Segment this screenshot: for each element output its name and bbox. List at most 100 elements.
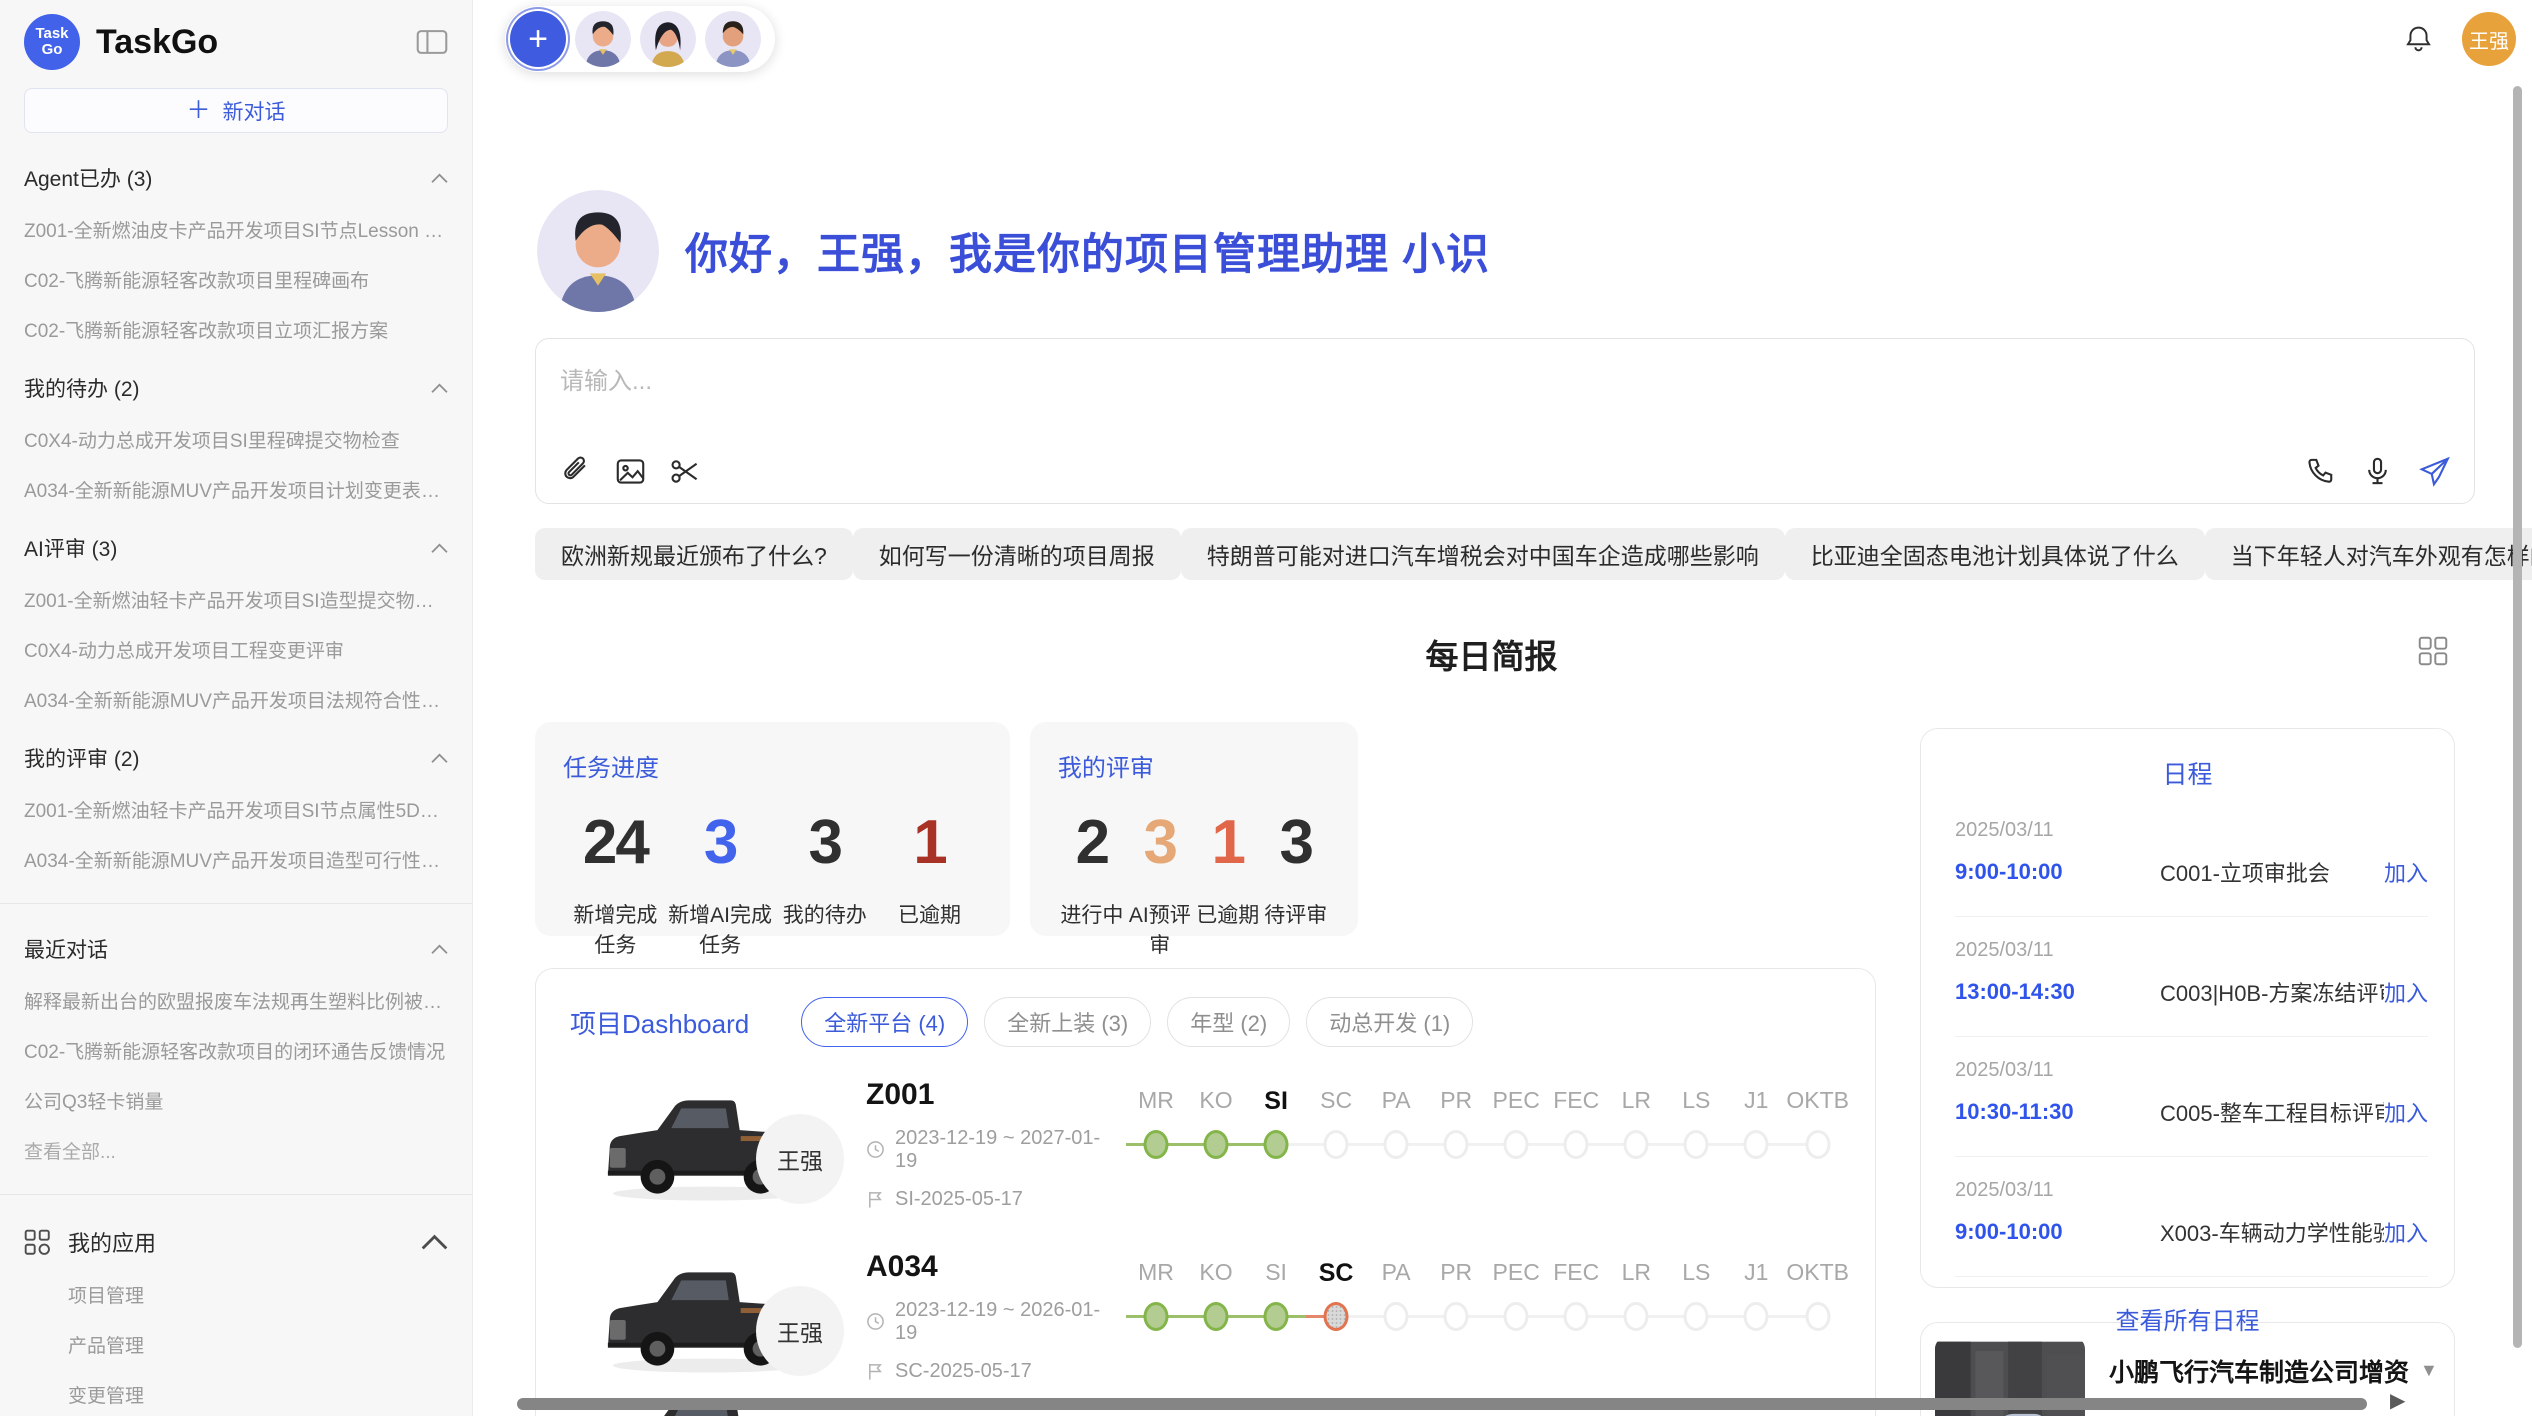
app-item[interactable]: 产品管理	[68, 1331, 448, 1358]
notification-bell-icon[interactable]	[2403, 24, 2434, 55]
milestone-label: SI	[1246, 1087, 1306, 1125]
scroll-down-arrow[interactable]: ▼	[2420, 1360, 2438, 1381]
assistant-avatar-bar: +	[505, 6, 775, 72]
milestone-timeline: MR KO	[1126, 1241, 1849, 1339]
milestone-label: KO	[1186, 1259, 1246, 1297]
milestone-label: SC	[1306, 1259, 1366, 1297]
milestone: SI	[1246, 1087, 1306, 1167]
sidebar-collapse-icon[interactable]	[416, 29, 448, 55]
milestone-label: OKTB	[1786, 1259, 1849, 1297]
chat-input[interactable]: 请输入...	[560, 361, 2450, 396]
send-icon[interactable]	[2419, 456, 2450, 487]
milestone-dot-zone	[1306, 1297, 1366, 1339]
sidebar-task-item[interactable]: Z001-全新燃油轻卡产品开发项目SI节点属性5D文件评审	[24, 796, 448, 823]
project-row-partial[interactable]	[536, 1409, 1875, 1416]
project-milestone-flag: SC-2025-05-17	[895, 1360, 1032, 1383]
sidebar-section-header[interactable]: 我的待办 (2)	[24, 373, 448, 403]
milestone-label: PEC	[1486, 1259, 1546, 1297]
suggestion-chip[interactable]: 当下年轻人对汽车外观有怎样的喜好趋势	[2205, 528, 2532, 580]
microphone-icon[interactable]	[2362, 456, 2393, 487]
milestone-label: MR	[1126, 1259, 1186, 1297]
add-assistant-button[interactable]: +	[510, 11, 566, 67]
sidebar-section-title: 我的评审 (2)	[24, 743, 140, 773]
project-row[interactable]: 王强 A034 2023-12-19 ~ 2026-01-19	[536, 1241, 1875, 1391]
greeting-section: 你好，王强，我是你的项目管理助理 小识	[537, 190, 1490, 312]
dashboard-filter-chip[interactable]: 全新平台 (4)	[801, 997, 968, 1047]
app-item[interactable]: 项目管理	[68, 1281, 448, 1308]
recent-chat-item[interactable]: 解释最新出台的欧盟报废车法规再生塑料比例被调至15%...	[24, 987, 448, 1014]
phone-call-icon[interactable]	[2305, 456, 2336, 487]
project-code: Z001	[866, 1078, 1118, 1112]
sidebar-section-header[interactable]: Agent已办 (3)	[24, 163, 448, 193]
milestone-dot	[1204, 1302, 1229, 1331]
milestone: PA	[1366, 1259, 1426, 1339]
flag-icon	[866, 1362, 885, 1381]
milestone-dot-zone	[1546, 1297, 1606, 1339]
image-icon[interactable]	[615, 456, 646, 487]
recent-view-all[interactable]: 查看全部...	[24, 1137, 448, 1164]
sidebar-section-header[interactable]: AI评审 (3)	[24, 533, 448, 563]
sidebar-item-my-apps[interactable]: 我的应用	[24, 1226, 448, 1258]
app-root: Task Go TaskGo ＋ 新对话 Agent已办 (3)	[0, 0, 2532, 1416]
suggestion-chip[interactable]: 欧洲新规最近颁布了什么?	[535, 528, 853, 580]
sidebar-task-item[interactable]: C02-飞腾新能源轻客改款项目立项汇报方案	[24, 316, 448, 343]
milestone-dot	[1805, 1130, 1830, 1159]
layout-grid-icon[interactable]	[2418, 636, 2448, 666]
scroll-right-arrow[interactable]: ▶	[2390, 1388, 2405, 1413]
event-join-link[interactable]: 加入	[2384, 1096, 2428, 1128]
project-dates-row: 2023-12-19 ~ 2026-01-19	[866, 1299, 1118, 1345]
recent-chats-header[interactable]: 最近对话	[24, 934, 448, 964]
user-avatar[interactable]: 王强	[2462, 12, 2516, 66]
suggestion-chip[interactable]: 比亚迪全固态电池计划具体说了什么	[1785, 528, 2205, 580]
horizontal-scrollbar[interactable]	[517, 1398, 2367, 1410]
milestone-dot-zone	[1126, 1297, 1186, 1339]
sidebar-section: 我的待办 (2) C0X4-动力总成开发项目SI里程碑提交物检查 A034-全新新…	[24, 373, 448, 503]
stat-columns: 24 新增完成任务 3 新增AI完成任务 3 我的待办 1 已逾期	[563, 809, 982, 959]
sidebar-task-item[interactable]: A034-全新新能源MUV产品开发项目法规符合性评审	[24, 686, 448, 713]
milestone-dot-zone	[1486, 1297, 1546, 1339]
project-dates: 2023-12-19 ~ 2027-01-19	[895, 1127, 1118, 1173]
chevron-up-icon	[431, 944, 448, 955]
event-join-link[interactable]: 加入	[2384, 976, 2428, 1008]
suggestion-chip[interactable]: 如何写一份清晰的项目周报	[853, 528, 1181, 580]
assistant-avatar-1[interactable]	[575, 11, 631, 67]
assistant-avatar-2[interactable]	[640, 11, 696, 67]
sidebar-task-item[interactable]: A034-全新新能源MUV产品开发项目造型可行性评审	[24, 846, 448, 873]
sidebar-section-header[interactable]: 我的评审 (2)	[24, 743, 448, 773]
project-row[interactable]: 王强 Z001 2023-12-19 ~ 2027-01-19	[536, 1069, 1875, 1219]
assistant-avatar-3[interactable]	[705, 11, 761, 67]
suggestion-chip[interactable]: 特朗普可能对进口汽车增税会对中国车企造成哪些影响	[1181, 528, 1785, 580]
event-main: 13:00-14:30 C003|H0B-方案冻结评审 加入	[1955, 976, 2428, 1036]
attachment-icon[interactable]	[560, 456, 591, 487]
milestone-dot	[1144, 1302, 1169, 1331]
vertical-scrollbar[interactable]	[2513, 86, 2522, 1348]
recent-chat-item[interactable]: C02-飞腾新能源轻客改款项目的闭环通告反馈情况	[24, 1037, 448, 1064]
apps-grid-icon	[24, 1229, 51, 1256]
sidebar-task-item[interactable]: Z001-全新燃油皮卡产品开发项目SI节点Lesson Learn报告	[24, 216, 448, 243]
dashboard-filter-chip[interactable]: 全新上装 (3)	[984, 997, 1151, 1047]
chat-input-card: 请输入...	[535, 338, 2475, 504]
dashboard-filter-chip[interactable]: 年型 (2)	[1167, 997, 1290, 1047]
event-join-link[interactable]: 加入	[2384, 1216, 2428, 1248]
milestone: SC	[1306, 1259, 1366, 1339]
stat-columns: 2 进行中 3 AI预评审 1 已逾期 3 待评审	[1058, 809, 1330, 959]
stat-card-title: 任务进度	[563, 748, 982, 783]
milestone-dot	[1805, 1302, 1830, 1331]
sidebar-task-item[interactable]: C02-飞腾新能源轻客改款项目里程碑画布	[24, 266, 448, 293]
sidebar-task-item[interactable]: C0X4-动力总成开发项目SI里程碑提交物检查	[24, 426, 448, 453]
sidebar-task-item[interactable]: Z001-全新燃油轻卡产品开发项目SI造型提交物评审	[24, 586, 448, 613]
stat-card: 任务进度 24 新增完成任务 3 新增AI完成任务 3 我的待办	[535, 722, 1010, 936]
milestone-label: PA	[1366, 1259, 1426, 1297]
milestone-label: LS	[1666, 1259, 1726, 1297]
new-chat-button[interactable]: ＋ 新对话	[24, 88, 448, 133]
recent-chat-item[interactable]: 公司Q3轻卡销量	[24, 1087, 448, 1114]
app-item[interactable]: 变更管理	[68, 1381, 448, 1408]
event-join-link[interactable]: 加入	[2384, 856, 2428, 888]
sidebar-task-item[interactable]: C0X4-动力总成开发项目工程变更评审	[24, 636, 448, 663]
sidebar-task-item[interactable]: A034-全新新能源MUV产品开发项目计划变更表编写	[24, 476, 448, 503]
dashboard-filter-chip[interactable]: 动总开发 (1)	[1306, 997, 1473, 1047]
schedule-event: 2025/03/11 13:00-14:30 C003|H0B-方案冻结评审 加…	[1955, 917, 2428, 1037]
scissors-icon[interactable]	[670, 456, 701, 487]
milestone: PR	[1426, 1259, 1486, 1339]
milestone-dot-zone	[1426, 1125, 1486, 1167]
